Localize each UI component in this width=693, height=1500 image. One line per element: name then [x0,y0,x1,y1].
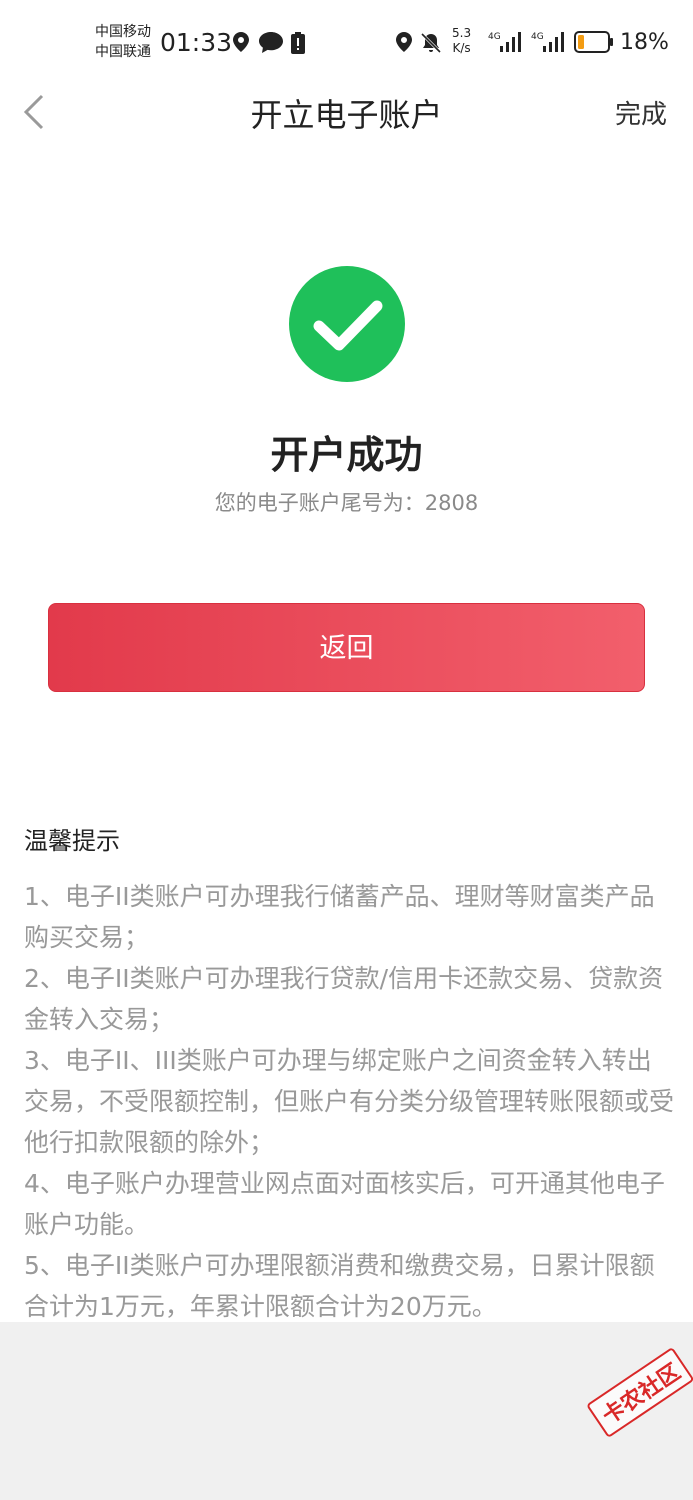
location-icon [233,32,249,52]
status-bar: 中国移动 中国联通 01:33 5.3 K/s 4G 4G 18% [0,0,693,82]
signal-icon [500,32,521,52]
carrier-info: 中国移动 中国联通 [95,22,151,62]
battery-alert-icon [291,32,305,54]
page-title: 开立电子账户 [250,96,443,134]
account-number-text: 您的电子账户尾号为：2808 [214,491,479,515]
location-icon [396,32,412,52]
check-circle-icon [289,266,405,382]
message-icon [259,32,283,53]
carrier-1: 中国移动 [95,24,151,40]
tip-item: 1、电子II类账户可办理我行储蓄产品、理财等财富类产品购买交易； [24,882,655,952]
net-speed-unit: K/s [452,41,471,55]
return-button[interactable]: 返回 [48,603,645,692]
battery-icon [574,31,613,53]
net-speed-value: 5.3 [452,26,472,40]
success-title: 开户成功 [270,433,423,477]
watermark-logo: 卡农社区 [586,1346,693,1439]
tip-item: 3、电子II、III类账户可办理与绑定账户之间资金转入转出交易，不受限额控制，但… [24,1046,675,1157]
mute-bell-icon [420,32,442,54]
back-button[interactable] [18,90,58,134]
tips-list: 1、电子II类账户可办理我行储蓄产品、理财等财富类产品购买交易； 2、电子II类… [24,876,674,1327]
battery-percent: 18% [620,30,669,55]
clock: 01:33 [160,28,233,57]
tip-item: 5、电子II类账户可办理限额消费和缴费交易，日累计限额合计为1万元，年累计限额合… [24,1251,655,1321]
tip-item: 4、电子账户办理营业网点面对面核实后，可开通其他电子账户功能。 [24,1169,665,1239]
tip-item: 2、电子II类账户可办理我行贷款/信用卡还款交易、贷款资金转入交易； [24,964,664,1034]
page: 中国移动 中国联通 01:33 5.3 K/s 4G 4G 18% 开立电子账户… [0,0,693,1322]
chevron-left-icon [23,94,44,130]
checkmark-icon [313,300,383,351]
tips-title: 温馨提示 [24,827,120,855]
net-speed: 5.3 K/s [452,26,471,56]
signal-icon [543,32,564,52]
done-button[interactable]: 完成 [615,94,667,131]
nav-bar: 开立电子账户 完成 [0,82,693,142]
carrier-2: 中国联通 [95,44,151,60]
